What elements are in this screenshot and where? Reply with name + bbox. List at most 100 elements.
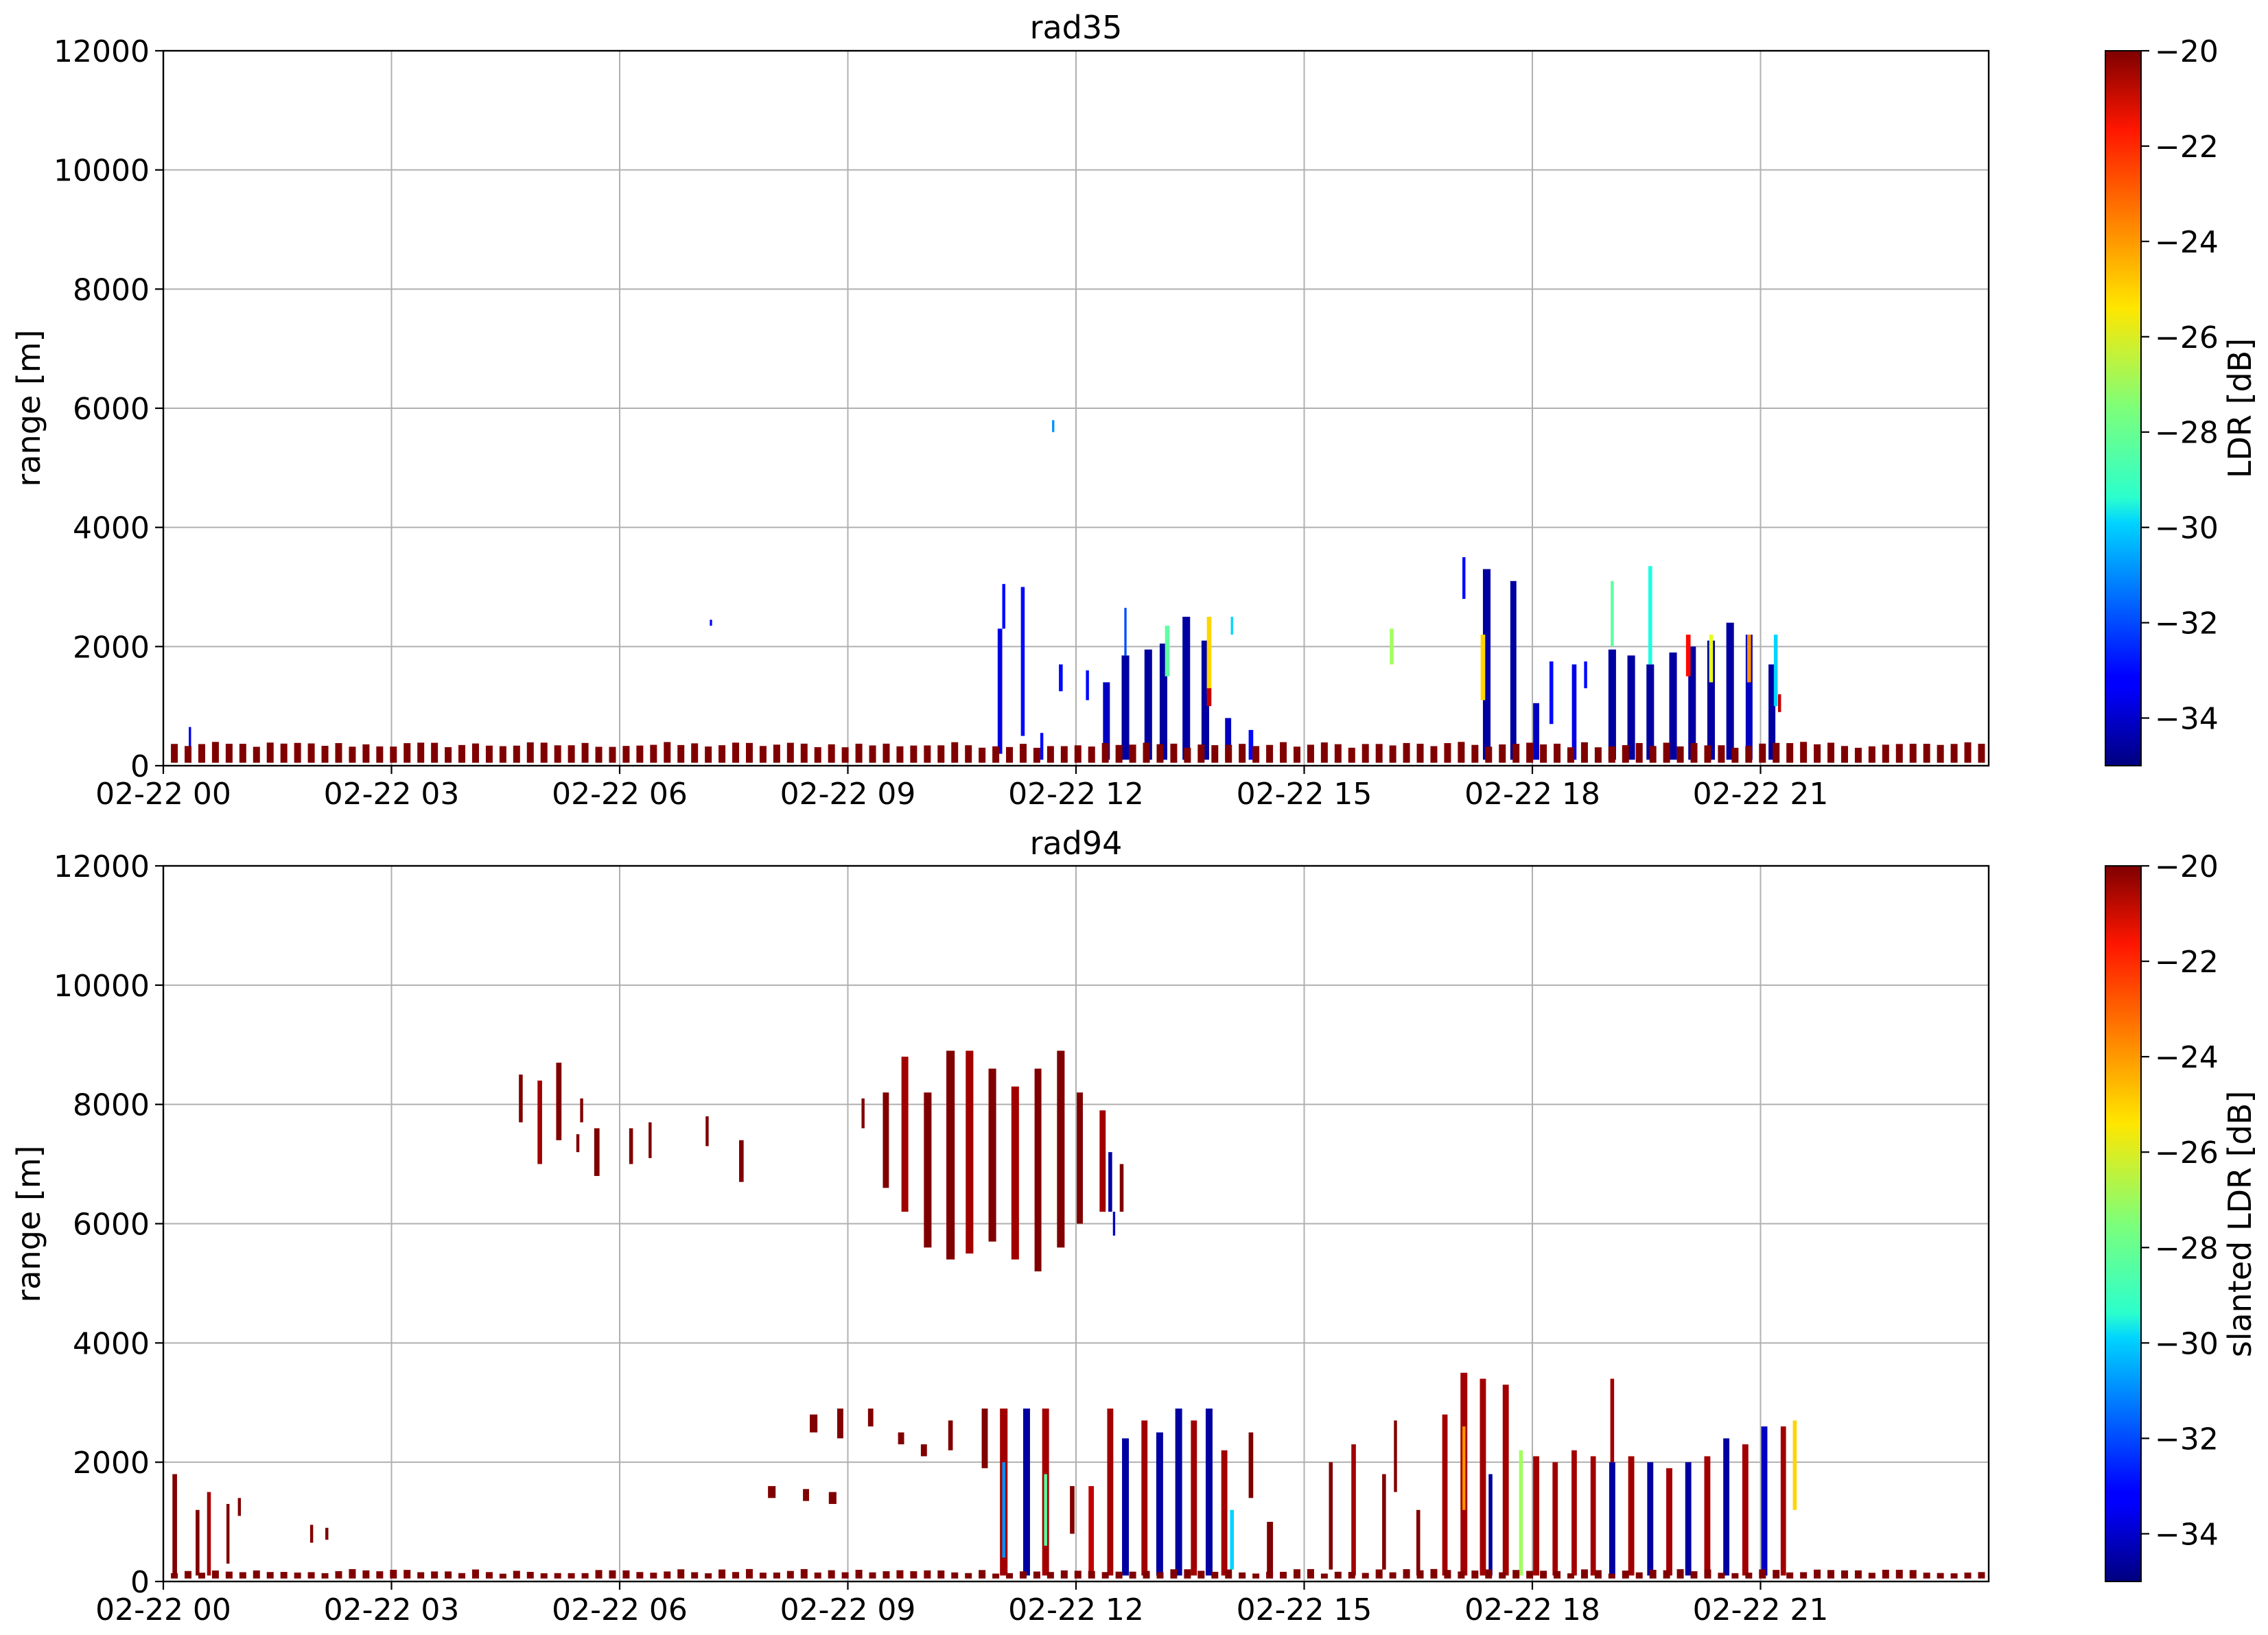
y-tick-label: 2000 (73, 630, 150, 665)
echo-column (1382, 1474, 1386, 1570)
surface-clutter (1225, 744, 1232, 763)
echo-column (1390, 628, 1394, 665)
surface-clutter (814, 746, 821, 763)
surface-clutter (882, 1571, 890, 1579)
surface-clutter (1800, 1572, 1808, 1579)
x-tick-label: 02-22 09 (780, 1592, 916, 1627)
echo-column (1221, 1450, 1228, 1576)
surface-clutter (1895, 1569, 1903, 1579)
surface-clutter (471, 743, 479, 763)
surface-clutter (1663, 1570, 1670, 1579)
echo-column (1002, 584, 1005, 629)
echo-column (1121, 655, 1130, 760)
echo-column (710, 620, 712, 626)
surface-clutter (1622, 745, 1629, 763)
surface-clutter (349, 746, 356, 763)
echo-column (1230, 616, 1233, 635)
surface-clutter (1731, 1573, 1739, 1579)
echo-column (739, 1140, 744, 1182)
surface-clutter (1403, 742, 1410, 763)
surface-clutter (910, 1571, 917, 1579)
surface-clutter (294, 742, 301, 763)
echo-column (1480, 634, 1486, 701)
surface-clutter (1937, 744, 1944, 763)
echo-column (1792, 1420, 1797, 1510)
surface-clutter (1060, 1570, 1068, 1579)
echo-column (948, 1420, 953, 1450)
echo-column (828, 1492, 837, 1505)
surface-clutter (1773, 742, 1780, 763)
surface-clutter (1115, 744, 1123, 763)
surface-clutter (1854, 747, 1862, 763)
surface-clutter (1060, 746, 1068, 763)
surface-clutter (924, 745, 931, 763)
surface-clutter (554, 745, 561, 763)
surface-clutter (1594, 1570, 1602, 1579)
surface-clutter (855, 743, 863, 763)
surface-clutter (1444, 1570, 1451, 1579)
surface-clutter (1361, 1573, 1369, 1579)
surface-clutter (198, 1573, 205, 1579)
surface-clutter (786, 1571, 794, 1579)
echo-column (1011, 1086, 1019, 1260)
surface-clutter (1718, 1573, 1725, 1579)
grid-lines (163, 865, 1989, 1582)
surface-clutter (1197, 1571, 1205, 1579)
echo-column (1077, 1092, 1083, 1224)
surface-clutter (1033, 747, 1040, 763)
surface-clutter (390, 746, 397, 763)
echo-column (1777, 694, 1781, 712)
echo-column (1646, 664, 1655, 760)
surface-clutter (732, 742, 740, 763)
x-tick-label: 02-22 03 (324, 777, 460, 812)
echo-column (1034, 1068, 1042, 1272)
surface-clutter (773, 1572, 780, 1579)
surface-clutter (1814, 1569, 1821, 1579)
surface-clutter (266, 742, 274, 763)
echo-column (920, 1444, 927, 1457)
surface-clutter (1471, 1571, 1479, 1579)
surface-clutter (1978, 744, 1985, 763)
surface-clutter (1950, 744, 1958, 763)
colorbar-tick-label: −28 (2155, 416, 2219, 451)
surface-clutter (869, 1572, 876, 1579)
echo-column (1107, 1408, 1114, 1576)
surface-clutter (869, 745, 876, 763)
echo-column (1685, 634, 1691, 677)
colorbar-label: slanted LDR [dB] (2221, 1091, 2258, 1358)
colorbar-ticks: −34 −32 −30 −28 −26 −24 −22 −20 (2141, 34, 2219, 737)
colorbar-tick-label: −32 (2155, 1422, 2219, 1457)
surface-clutter (253, 746, 260, 763)
surface-clutter (1485, 746, 1493, 763)
surface-clutter (1334, 744, 1342, 763)
y-tick-label: 8000 (73, 272, 150, 307)
echo-column (1480, 1378, 1486, 1576)
y-tick-label: 6000 (73, 392, 150, 427)
echo-column (309, 1525, 314, 1543)
y-tick-label: 12000 (54, 849, 150, 884)
surface-clutter (924, 1570, 931, 1579)
echo-column (837, 1408, 843, 1439)
surface-clutter (1608, 746, 1615, 763)
surface-clutter (745, 1568, 753, 1579)
surface-clutter (1252, 746, 1260, 763)
surface-clutter (1773, 1570, 1780, 1579)
echo-column (629, 1128, 633, 1164)
echo-column (1666, 1468, 1672, 1576)
surface-clutter (992, 746, 1000, 763)
surface-clutter (1814, 744, 1821, 763)
surface-clutter (1389, 745, 1396, 763)
echo-column (1020, 587, 1025, 736)
surface-clutter (1540, 1571, 1547, 1579)
x-tick-label: 02-22 18 (1464, 1592, 1600, 1627)
surface-clutter (1759, 743, 1766, 763)
y-tick-label: 8000 (73, 1088, 150, 1123)
echo-column (1669, 652, 1677, 760)
surface-clutter (321, 746, 329, 763)
surface-clutter (1033, 1571, 1040, 1579)
surface-clutter (581, 1573, 589, 1579)
surface-clutter (568, 1573, 575, 1579)
surface-clutter (198, 744, 205, 763)
x-tick-label: 02-22 15 (1237, 1592, 1372, 1627)
echo-column (1206, 616, 1212, 694)
